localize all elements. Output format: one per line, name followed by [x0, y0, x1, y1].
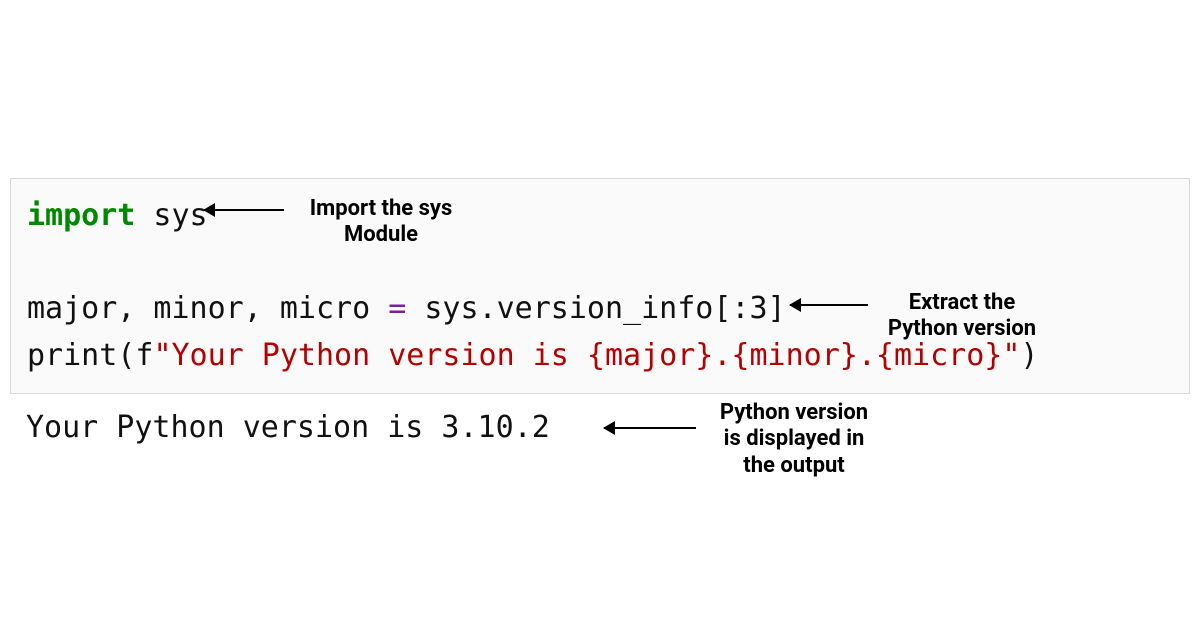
keyword-import: import: [27, 198, 135, 233]
annotation-extract: Extract the Python version: [872, 290, 1052, 343]
annotation-line: Extract the: [909, 290, 1016, 315]
code-block: import sys major, minor, micro = sys.ver…: [10, 178, 1190, 394]
code-text: major, minor, micro: [27, 291, 388, 326]
annotation-output: Python version is displayed in the outpu…: [704, 400, 884, 479]
arrow-left-icon: [604, 427, 696, 429]
code-line-1: import sys: [27, 193, 1173, 240]
code-text: sys: [135, 198, 207, 233]
code-text: sys.version_info[:3]: [406, 291, 785, 326]
operator-equals: =: [388, 291, 406, 326]
arrow-left-icon: [204, 209, 284, 211]
annotation-line: is displayed in: [724, 426, 865, 451]
code-text: print(f: [27, 338, 153, 373]
annotation-line: Python version: [720, 400, 868, 425]
arrow-left-icon: [790, 304, 868, 306]
annotation-line: Module: [344, 222, 418, 247]
annotation-import: Import the sys Module: [296, 196, 466, 249]
annotation-line: the output: [743, 453, 844, 478]
annotation-line: Import the sys: [310, 196, 453, 221]
code-blank-line: [27, 240, 1173, 287]
output-text: Your Python version is 3.10.2: [26, 410, 550, 445]
annotation-line: Python version: [888, 316, 1036, 341]
